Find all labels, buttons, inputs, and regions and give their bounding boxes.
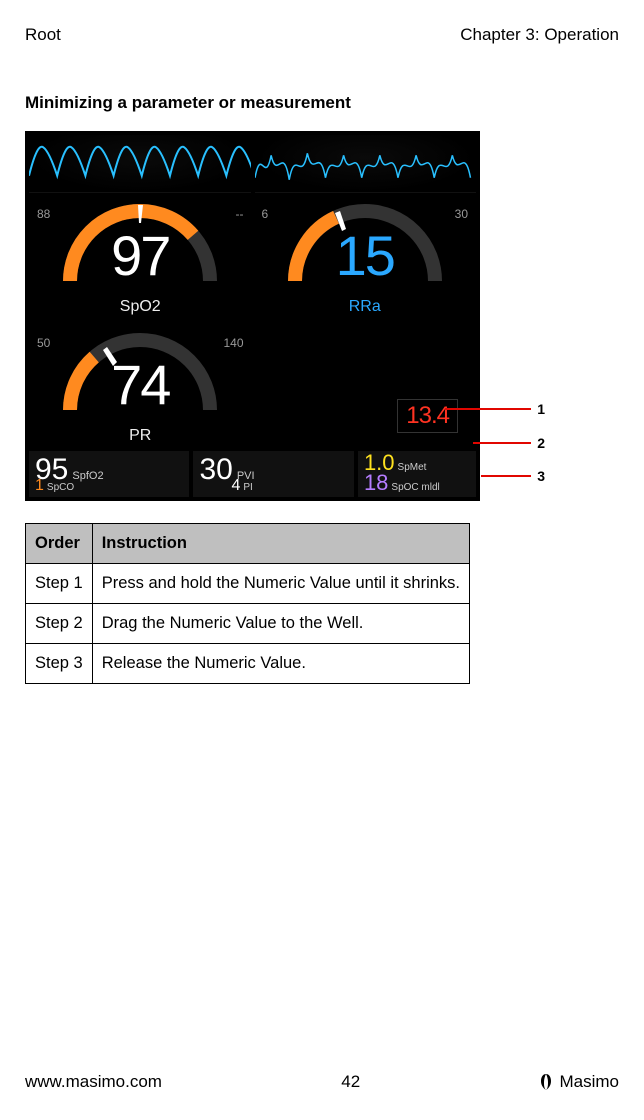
cell-order: Step 3 (26, 644, 93, 684)
waveform-rra-box (255, 135, 477, 193)
table-row: Step 2 Drag the Numeric Value to the Wel… (26, 604, 470, 644)
well-cell-spfo2: 95 SpfO2 1 SpCO (29, 451, 189, 497)
rra-limit-low: 6 (262, 207, 269, 221)
pr-limit-high: 140 (223, 336, 243, 350)
rra-limit-high: 30 (455, 207, 468, 221)
callout-line-icon (481, 475, 531, 477)
well-cell-right-stack: 1.0 SpMet 18 SpOC mldl (358, 451, 476, 497)
table-row: Step 1 Press and hold the Numeric Value … (26, 564, 470, 604)
spo2-value: 97 (29, 223, 252, 288)
footer-page-number: 42 (341, 1072, 360, 1092)
cell-order: Step 1 (26, 564, 93, 604)
masimo-logo-icon (539, 1073, 553, 1091)
spmet-label: SpMet (398, 462, 427, 473)
header-left: Root (25, 25, 61, 45)
footer-url: www.masimo.com (25, 1072, 162, 1092)
gauge-rra: 6 30 15 RRa (254, 195, 477, 322)
spo2-label: SpO2 (29, 298, 252, 316)
spoc-value: 18 (364, 473, 388, 493)
waveform-spo2-icon (29, 135, 251, 192)
pi-value: 4 (231, 477, 240, 495)
cell-order: Step 2 (26, 604, 93, 644)
callout-1: 1 (445, 399, 545, 419)
spoc-label: SpOC mldl (391, 482, 439, 493)
cell-instruction: Drag the Numeric Value to the Well. (92, 604, 469, 644)
header-right: Chapter 3: Operation (460, 25, 619, 45)
footer-brand-text: Masimo (559, 1072, 619, 1092)
waveform-spo2-box (29, 135, 251, 193)
waveform-row (25, 131, 480, 193)
rra-label: RRa (254, 298, 477, 316)
instructions-table: Order Instruction Step 1 Press and hold … (25, 523, 470, 684)
pr-label: PR (29, 427, 252, 445)
spfo2-label: SpfO2 (72, 470, 103, 482)
gauge-pr: 50 140 74 PR (29, 324, 252, 451)
section-title: Minimizing a parameter or measurement (25, 93, 619, 113)
well-cell-pvi: 30 PVI 4 PI (193, 451, 353, 497)
pr-value: 74 (29, 352, 252, 417)
spo2-limit-high: -- (236, 207, 244, 221)
pr-limit-low: 50 (37, 336, 50, 350)
table-row: Step 3 Release the Numeric Value. (26, 644, 470, 684)
spco-value: 1 (35, 477, 44, 495)
device-screen: 88 -- 97 SpO2 6 30 15 RRa (25, 131, 480, 501)
callout-2: 2 (473, 433, 545, 453)
callout-2-number: 2 (531, 435, 545, 451)
callout-1-number: 1 (531, 401, 545, 417)
page-header: Root Chapter 3: Operation (25, 25, 619, 45)
callout-line-icon (473, 442, 531, 444)
callout-3-number: 3 (531, 468, 545, 484)
page-footer: www.masimo.com 42 Masimo (25, 1072, 619, 1092)
waveform-rra-icon (255, 135, 477, 192)
well-row: 95 SpfO2 1 SpCO 30 PVI 4 PI (25, 451, 480, 499)
rra-value: 15 (254, 223, 477, 288)
cell-instruction: Press and hold the Numeric Value until i… (92, 564, 469, 604)
pvi-value: 30 (199, 455, 232, 485)
callout-3: 3 (481, 466, 545, 486)
pi-label: PI (243, 482, 252, 493)
spco-label: SpCO (47, 482, 74, 493)
device-figure: 88 -- 97 SpO2 6 30 15 RRa (25, 131, 555, 501)
cell-instruction: Release the Numeric Value. (92, 644, 469, 684)
spo2-limit-low: 88 (37, 207, 50, 221)
callout-line-icon (445, 408, 531, 410)
col-header-instruction: Instruction (92, 524, 469, 564)
footer-brand: Masimo (539, 1072, 619, 1092)
col-header-order: Order (26, 524, 93, 564)
gauge-spo2: 88 -- 97 SpO2 (29, 195, 252, 322)
